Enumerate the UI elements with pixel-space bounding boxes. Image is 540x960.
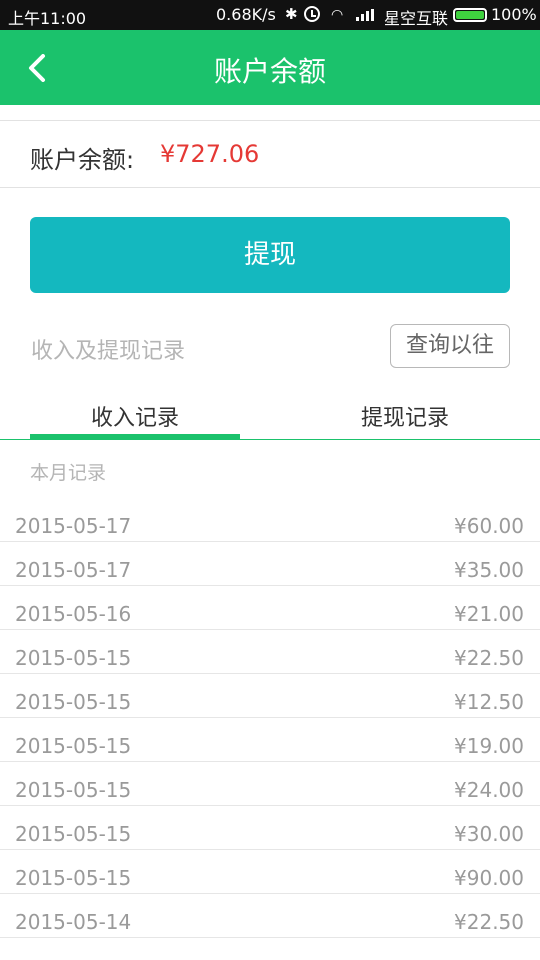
record-amount: ¥60.00 <box>454 514 524 538</box>
record-date: 2015-05-15 <box>15 778 132 802</box>
battery-percent: 100% <box>491 5 537 24</box>
record-amount: ¥12.50 <box>454 690 524 714</box>
list-item[interactable]: 2015-05-17 ¥35.00 <box>0 542 540 586</box>
query-history-button[interactable]: 查询以往 <box>390 324 510 368</box>
record-amount: ¥30.00 <box>454 822 524 846</box>
list-item[interactable]: 2015-05-15 ¥12.50 <box>0 674 540 718</box>
wifi-icon: ◠ <box>331 7 344 23</box>
record-list: 2015-05-17 ¥60.00 2015-05-17 ¥35.00 2015-0… <box>0 498 540 938</box>
carrier-name: 星空互联 <box>384 9 449 28</box>
tab-income-records[interactable]: 收入记录 <box>30 400 240 432</box>
record-date: 2015-05-17 <box>15 558 132 582</box>
list-item[interactable]: 2015-05-15 ¥24.00 <box>0 762 540 806</box>
record-date: 2015-05-15 <box>15 734 132 758</box>
record-amount: ¥24.00 <box>454 778 524 802</box>
record-tabs: 收入记录 提现记录 <box>0 390 540 440</box>
record-amount: ¥35.00 <box>454 558 524 582</box>
alarm-icon <box>304 6 320 22</box>
record-date: 2015-05-14 <box>15 910 132 934</box>
record-date: 2015-05-16 <box>15 602 132 626</box>
list-item[interactable]: 2015-05-17 ¥60.00 <box>0 498 540 542</box>
record-amount: ¥19.00 <box>454 734 524 758</box>
record-date: 2015-05-15 <box>15 646 132 670</box>
balance-row: 账户余额: ¥727.06 <box>0 120 540 188</box>
status-time: 上午11:00 <box>8 9 87 28</box>
network-speed: 0.68K/s <box>216 5 276 24</box>
active-tab-indicator <box>30 434 240 439</box>
record-amount: ¥22.50 <box>454 646 524 670</box>
record-date: 2015-05-15 <box>15 690 132 714</box>
record-date: 2015-05-17 <box>15 514 132 538</box>
record-amount: ¥22.50 <box>454 910 524 934</box>
list-item[interactable]: 2015-05-14 ¥22.50 <box>0 894 540 938</box>
bluetooth-icon: ✱ <box>285 5 298 23</box>
list-item[interactable]: 2015-05-15 ¥30.00 <box>0 806 540 850</box>
list-item[interactable]: 2015-05-16 ¥21.00 <box>0 586 540 630</box>
status-bar: 上午11:00 0.68K/s ✱ ◠ 星空互联 100% <box>0 0 540 30</box>
record-amount: ¥21.00 <box>454 602 524 626</box>
signal-icon <box>356 9 376 21</box>
records-section-label: 收入及提现记录 <box>31 339 186 364</box>
record-date: 2015-05-15 <box>15 866 132 890</box>
app-bar: 账户余额 <box>0 30 540 105</box>
list-item[interactable]: 2015-05-15 ¥19.00 <box>0 718 540 762</box>
battery-icon <box>453 8 487 22</box>
month-records-label: 本月记录 <box>30 462 107 484</box>
list-item[interactable]: 2015-05-15 ¥90.00 <box>0 850 540 894</box>
balance-amount: ¥727.06 <box>160 140 260 168</box>
page-title: 账户余额 <box>213 55 326 88</box>
balance-label: 账户余额: <box>30 146 135 174</box>
record-date: 2015-05-15 <box>15 822 132 846</box>
record-amount: ¥90.00 <box>454 866 524 890</box>
list-item[interactable]: 2015-05-15 ¥22.50 <box>0 630 540 674</box>
withdraw-button[interactable]: 提现 <box>30 217 510 293</box>
tab-withdraw-records[interactable]: 提现记录 <box>300 400 510 432</box>
